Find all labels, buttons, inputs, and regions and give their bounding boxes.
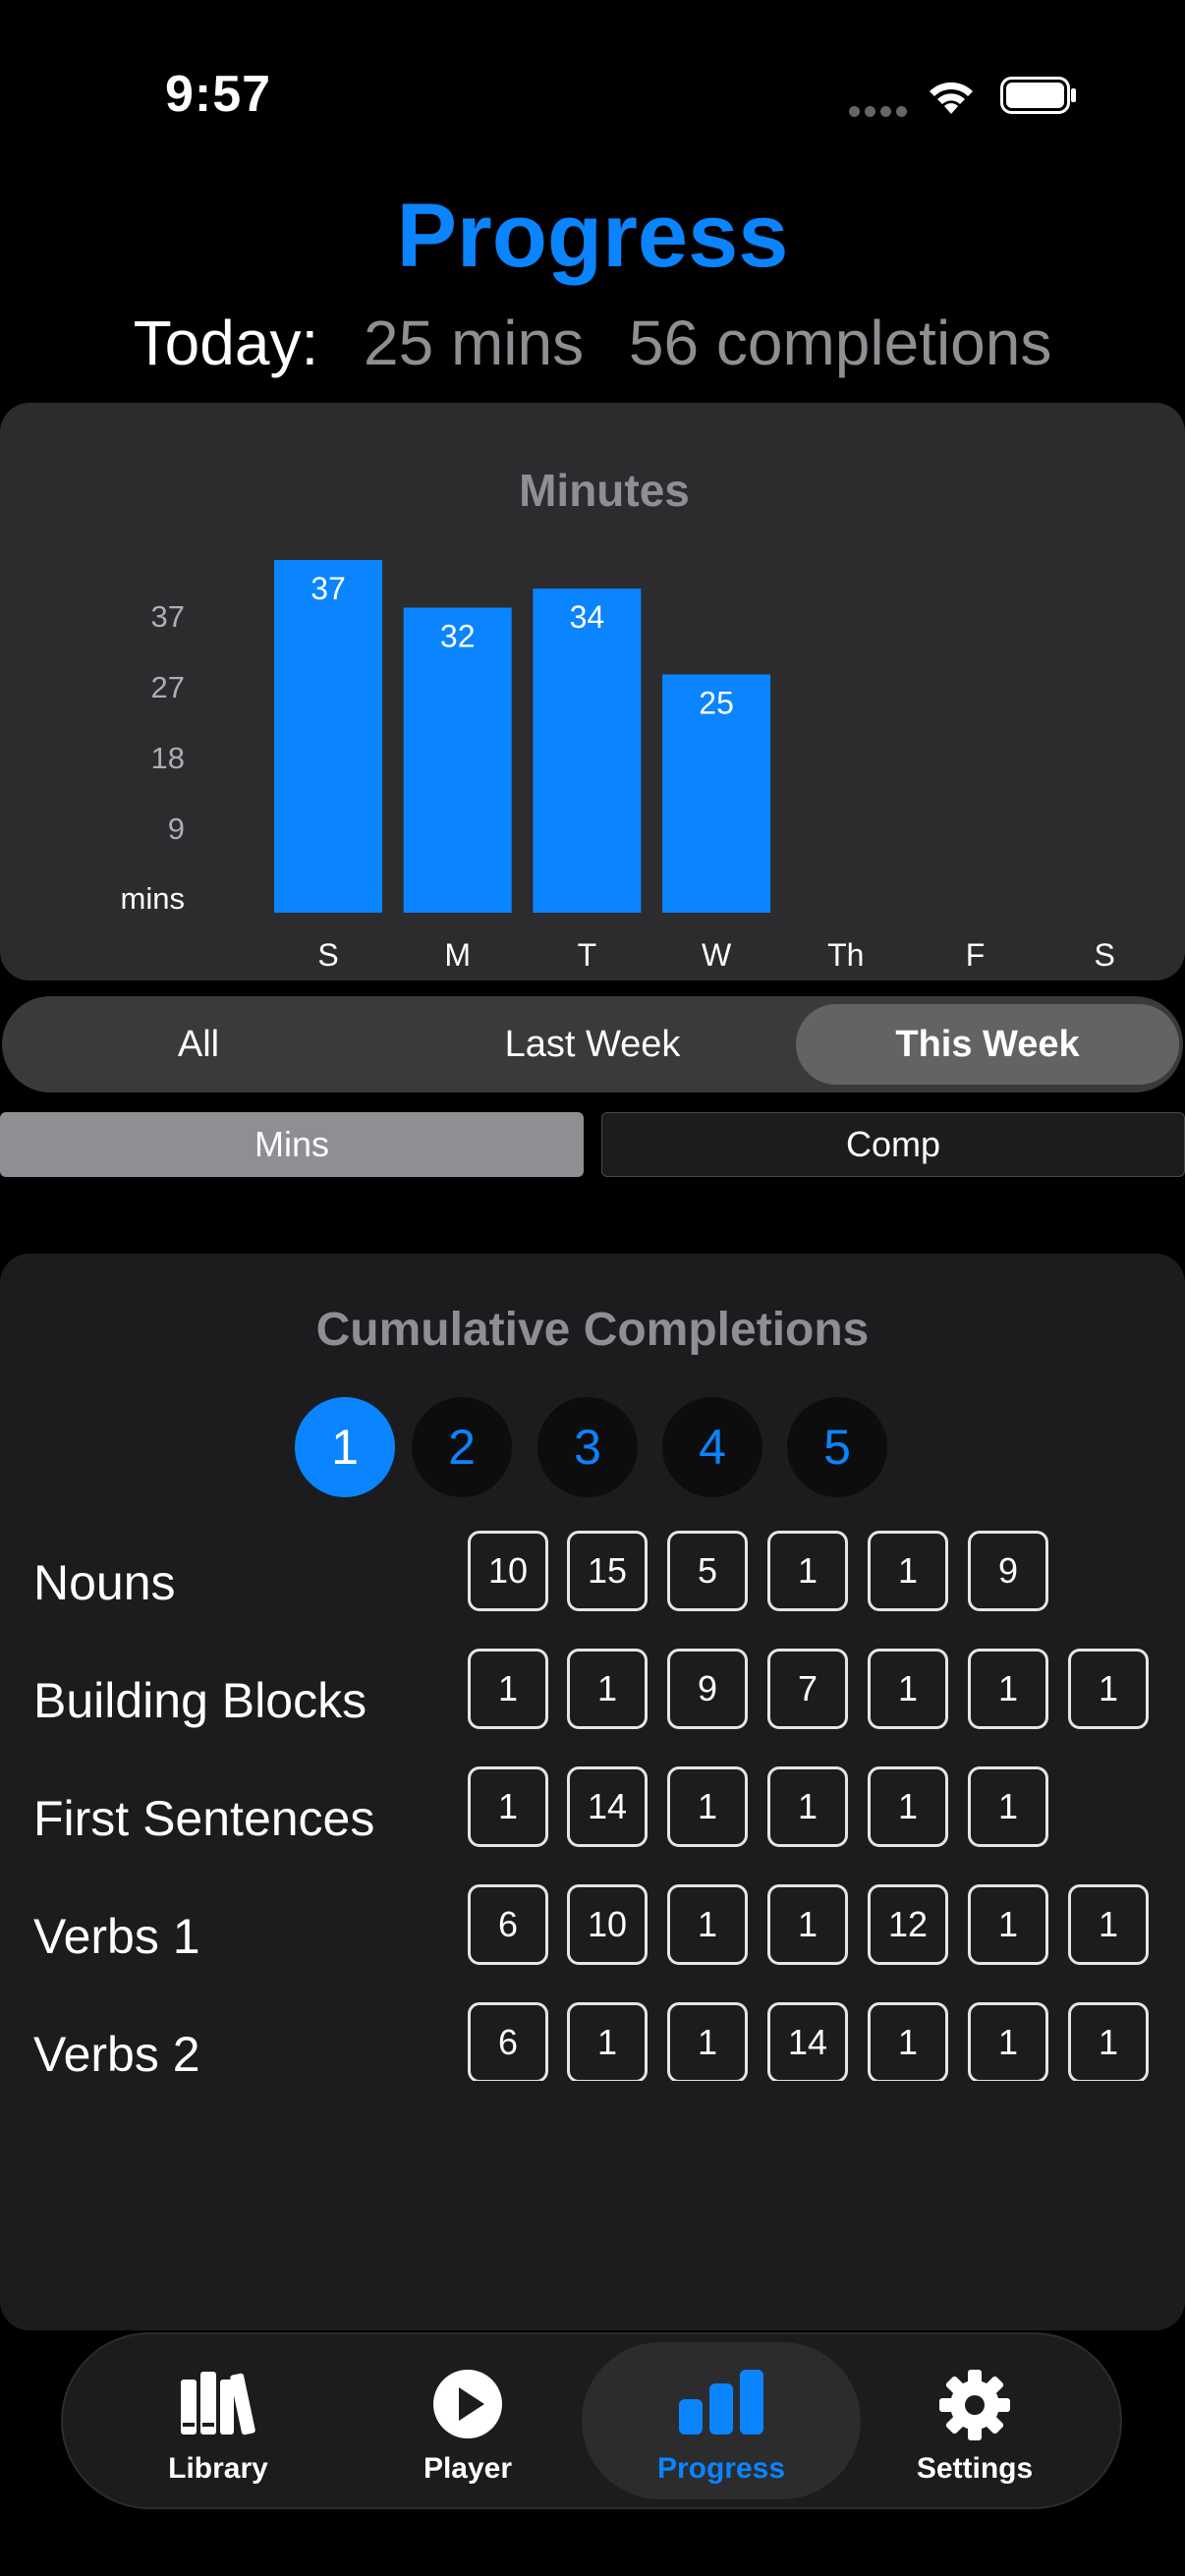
segment-this-week[interactable]: This Week <box>796 1004 1179 1085</box>
row-label: Building Blocks <box>33 1673 367 1728</box>
segment-last-week[interactable]: Last Week <box>395 996 790 1092</box>
completion-count-cell: 5 <box>667 1531 748 1611</box>
completion-count-cell: 10 <box>468 1531 548 1611</box>
tab-player-label: Player <box>423 2452 513 2485</box>
completion-count-cell: 15 <box>567 1531 648 1611</box>
today-completions: 56 completions <box>628 308 1052 378</box>
completion-count-cell: 1 <box>767 1766 848 1847</box>
completion-count-cell: 1 <box>868 2002 948 2081</box>
cumulative-completions-card: Cumulative Completions 1 2 3 4 5 Nouns 10… <box>0 1254 1185 2330</box>
y-tick-label: 27 <box>151 670 185 704</box>
mins-toggle-button[interactable]: Mins <box>0 1112 584 1177</box>
page-title: Progress <box>396 186 789 286</box>
row-label: First Sentences <box>33 1791 375 1846</box>
completion-count-cell: 1 <box>968 1649 1048 1729</box>
bar-value-label: 32 <box>440 619 476 654</box>
cellular-signal-icon <box>849 104 912 122</box>
completion-count-cell: 6 <box>468 2002 548 2081</box>
today-label: Today: <box>133 308 319 378</box>
completion-row: Verbs 1 6 10 1 1 12 1 1 <box>0 1884 1185 2002</box>
tab-settings-label: Settings <box>916 2452 1034 2485</box>
x-tick-label: S <box>1095 937 1115 973</box>
chart-bar <box>533 588 642 913</box>
comp-toggle-button[interactable]: Comp <box>601 1112 1185 1177</box>
completion-count-cell: 1 <box>567 2002 648 2081</box>
bar-chart-icon <box>679 2370 763 2435</box>
y-tick-label: 37 <box>151 599 185 634</box>
completion-row: Building Blocks 1 1 9 7 1 1 1 <box>0 1649 1185 1766</box>
y-tick-label: 9 <box>168 812 185 846</box>
minutes-bar-chart: 37 S 32 M 34 T 25 W Th F S 37 27 18 9 mins <box>121 560 1115 973</box>
bar-value-label: 37 <box>310 571 346 606</box>
completion-count-cell: 1 <box>468 1766 548 1847</box>
today-minutes: 25 mins <box>364 308 585 378</box>
page-pill-1[interactable]: 1 <box>295 1397 395 1497</box>
completion-count-cell: 1 <box>667 1766 748 1847</box>
tab-player[interactable]: Player <box>350 2334 586 2507</box>
completion-count-cell: 1 <box>968 1884 1048 1965</box>
tab-settings[interactable]: Settings <box>857 2334 1093 2507</box>
x-tick-label: T <box>578 937 597 973</box>
completion-count-cell: 1 <box>868 1766 948 1847</box>
y-tick-label: 18 <box>151 741 185 775</box>
completion-count-cell: 9 <box>968 1531 1048 1611</box>
completion-count-cell: 14 <box>767 2002 848 2081</box>
x-tick-label: Th <box>827 937 864 973</box>
x-tick-label: S <box>317 937 338 973</box>
tab-library[interactable]: Library <box>100 2334 336 2507</box>
completion-row: Nouns 10 15 5 1 1 9 <box>0 1531 1185 1649</box>
page-pill-3[interactable]: 3 <box>537 1397 638 1497</box>
row-label: Verbs 2 <box>33 2027 200 2081</box>
completion-count-cell: 1 <box>968 1766 1048 1847</box>
completion-count-cell: 1 <box>767 1531 848 1611</box>
books-icon <box>181 2372 255 2436</box>
tab-progress-label: Progress <box>656 2452 786 2485</box>
completion-count-cell: 1 <box>567 1649 648 1729</box>
segment-all[interactable]: All <box>2 996 395 1092</box>
completion-row: Verbs 2 6 1 1 14 1 1 1 <box>0 2002 1185 2081</box>
page-pill-4[interactable]: 4 <box>662 1397 762 1497</box>
cumulative-title: Cumulative Completions <box>315 1304 870 1356</box>
bar-value-label: 34 <box>570 599 605 635</box>
completion-count-cell: 1 <box>1068 2002 1149 2081</box>
tab-bar: Library Player Progress Settings <box>61 2332 1122 2509</box>
status-time: 9:57 <box>165 66 272 123</box>
page-pill-5[interactable]: 5 <box>787 1397 887 1497</box>
tab-library-label: Library <box>168 2452 268 2485</box>
completion-count-cell: 1 <box>968 2002 1048 2081</box>
x-tick-label: W <box>702 937 732 973</box>
completion-count-cell: 1 <box>468 1649 548 1729</box>
completion-count-cell: 6 <box>468 1884 548 1965</box>
completion-count-cell: 1 <box>868 1531 948 1611</box>
completions-list[interactable]: Nouns 10 15 5 1 1 9 Building Blocks 1 1 9 7 1 1 1 First… <box>0 1531 1185 2081</box>
completion-count-cell: 1 <box>767 1884 848 1965</box>
completion-count-cell: 7 <box>767 1649 848 1729</box>
y-tick-label: mins <box>121 881 185 916</box>
x-tick-label: F <box>966 937 986 973</box>
row-label: Nouns <box>33 1555 176 1610</box>
completion-count-cell: 9 <box>667 1649 748 1729</box>
bar-value-label: 25 <box>699 685 734 720</box>
wifi-icon <box>930 82 973 114</box>
row-label: Verbs 1 <box>33 1909 200 1964</box>
completion-count-cell: 1 <box>1068 1649 1149 1729</box>
completion-count-cell: 1 <box>868 1649 948 1729</box>
battery-icon <box>1000 77 1076 114</box>
completion-count-cell: 1 <box>1068 1884 1149 1965</box>
tab-progress[interactable]: Progress <box>582 2342 861 2499</box>
completion-count-cell: 12 <box>868 1884 948 1965</box>
completion-count-cell: 10 <box>567 1884 648 1965</box>
time-range-segmented-control: All Last Week This Week <box>2 996 1183 1092</box>
today-summary: Today: 25 mins 56 completions <box>0 307 1185 379</box>
gear-icon <box>939 2370 1010 2440</box>
chart-bar <box>274 560 382 913</box>
play-circle-icon <box>433 2370 502 2438</box>
completion-count-cell: 1 <box>667 1884 748 1965</box>
x-tick-label: M <box>444 937 471 973</box>
completion-row: First Sentences 1 14 1 1 1 1 <box>0 1766 1185 1884</box>
completion-count-cell: 1 <box>667 2002 748 2081</box>
page-pill-2[interactable]: 2 <box>412 1397 512 1497</box>
completion-count-cell: 14 <box>567 1766 648 1847</box>
